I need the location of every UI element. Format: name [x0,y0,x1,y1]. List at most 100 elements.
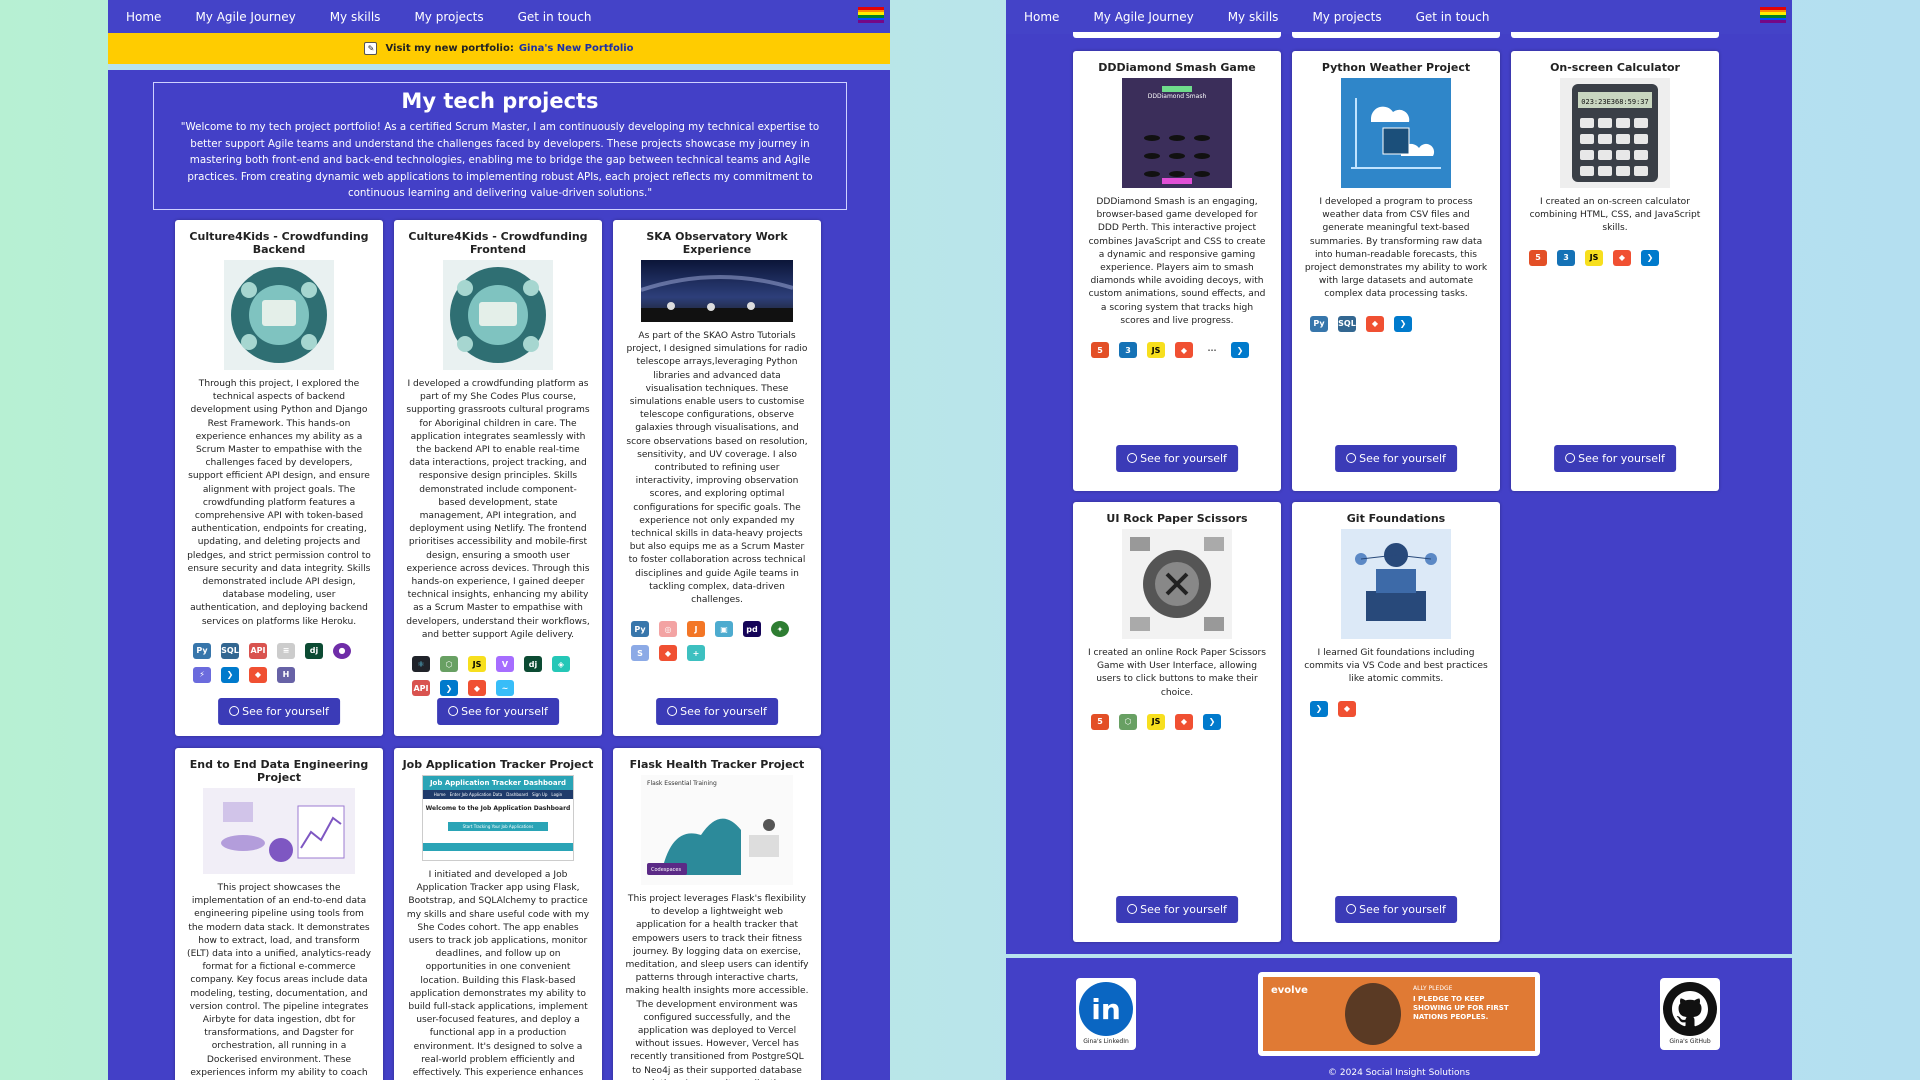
observatory-night-sky-image [641,260,793,322]
see-for-yourself-button[interactable]: See for yourself [1116,445,1238,472]
card-description: I developed a crowdfunding platform as p… [406,379,590,640]
tech-icons: 5 ⬡ JS ◆ ❯ [1091,713,1263,730]
project-card-dddiamond: DDDiamond Smash Game DDDiamond Smash DDD… [1073,51,1281,491]
pride-flag-icon [858,7,884,24]
linkedin-link[interactable]: in Gina's LinkedIn [1076,978,1136,1050]
project-card-data-engineering: End to End Data Engineering Project This… [175,748,383,1080]
card-description: This project showcases the implementatio… [187,883,371,1078]
project-card-rock-paper-scissors: UI Rock Paper Scissors I created an onli… [1073,502,1281,942]
crowdfunding-backend-illustration [224,260,334,370]
flask-training-illustration: Flask Essential Training Codespaces [641,775,793,885]
nav-skills[interactable]: My skills [1228,10,1279,24]
card-title: SKA Observatory Work Experience [646,230,788,256]
card-title: UI Rock Paper Scissors [1106,512,1248,525]
top-nav: Home My Agile Journey My skills My proje… [1006,0,1792,34]
nav-contact[interactable]: Get in touch [1416,10,1490,24]
javascript-icon: JS [1147,713,1165,730]
intro-box: My tech projects "Welcome to my tech pro… [153,82,847,210]
tech-icons: Py SQL ◆ ❯ [1310,315,1482,332]
project-card-calculator: On-screen Calculator 023:23E368:59:37 I … [1511,51,1719,491]
ally-pledge-banner[interactable]: evolve ALLY PLEDGE I PLEDGE TO KEEP SHOW… [1258,972,1540,1056]
new-portfolio-link[interactable]: Gina's New Portfolio [519,43,634,54]
tech-icons: Py SQL API ≡ dj ● ⚡ ❯ ◆ H [193,642,365,683]
scipy-icon: S [631,645,649,662]
tailwind-icon: ~ [496,680,514,697]
evolve-logo: evolve [1271,985,1308,996]
api-icon: ⚡ [193,666,211,683]
nav-contact[interactable]: Get in touch [518,10,592,24]
see-for-yourself-button[interactable]: See for yourself [1554,445,1676,472]
git-icon: ◆ [1175,713,1193,730]
see-for-yourself-button[interactable]: See for yourself [218,698,340,725]
postgresql-icon: SQL [221,642,239,659]
card-title: Flask Health Tracker Project [629,758,805,771]
astropy-icon: ✦ [771,621,789,638]
svg-text:DDDiamond Smash: DDDiamond Smash [1148,93,1207,100]
project-card-python-weather: Python Weather Project I developed a pro… [1292,51,1500,491]
project-card-crowdfunding-frontend: Culture4Kids - Crowdfunding Frontend I d… [394,220,602,736]
project-card-job-tracker: Job Application Tracker Project Job Appl… [394,748,602,1080]
matplotlib-icon: ◎ [659,621,677,638]
csv-icon: SQL [1338,315,1356,332]
nav-projects[interactable]: My projects [414,10,483,24]
linkedin-label: Gina's LinkedIn [1083,1038,1129,1045]
nav-agile-journey[interactable]: My Agile Journey [195,10,295,24]
card-title: Culture4Kids - Crowdfunding Frontend [408,230,588,256]
netlify-icon: ◈ [552,656,570,673]
vscode-icon: ❯ [1203,713,1221,730]
project-card-git-foundations: Git Foundations I learned Git foundation… [1292,502,1500,942]
rock-paper-scissors-illustration [1122,529,1232,639]
nodejs-icon: ⬡ [1119,713,1137,730]
nav-agile-journey[interactable]: My Agile Journey [1093,10,1193,24]
card-description: As part of the SKAO Astro Tutorials proj… [626,331,808,606]
pledge-text: I PLEDGE TO KEEP SHOWING UP FOR FIRST NA… [1413,995,1509,1021]
card-description: I developed a program to process weather… [1304,197,1488,300]
footer: in Gina's LinkedIn evolve ALLY PLEDGE I … [1006,958,1792,1080]
see-for-yourself-button[interactable]: See for yourself [1335,896,1457,923]
see-for-yourself-button[interactable]: See for yourself [1335,445,1457,472]
nav-skills[interactable]: My skills [330,10,381,24]
card-title: On-screen Calculator [1550,61,1680,74]
card-title: Culture4Kids - Crowdfunding Backend [189,230,369,256]
card-description: Through this project, I explored the tec… [187,379,371,627]
project-card-crowdfunding-backend: Culture4Kids - Crowdfunding Backend Thro… [175,220,383,736]
rest-api-icon: API [249,642,267,659]
jupyter-icon: J [687,621,705,638]
github-label: Gina's GitHub [1669,1038,1711,1045]
banner-text: Visit my new portfolio: [385,43,514,54]
vscode-icon: ❯ [221,666,239,683]
see-for-yourself-button[interactable]: See for yourself [656,698,778,725]
vscode-icon: ❯ [1394,315,1412,332]
crowdfunding-frontend-illustration [443,260,553,370]
vscode-icon: ❯ [1231,342,1249,359]
right-window: Home My Agile Journey My skills My proje… [1006,0,1792,1080]
calculator-illustration: 023:23E368:59:37 [1560,78,1670,188]
nav-home[interactable]: Home [126,10,161,24]
card-title: End to End Data Engineering Project [189,758,369,784]
vite-icon: V [496,656,514,673]
git-icon: ◆ [468,680,486,697]
card-description: I learned Git foundations including comm… [1304,648,1488,685]
weather-circuit-illustration [1341,78,1451,188]
card-title: DDDiamond Smash Game [1098,61,1256,74]
dots-icon: ··· [1203,342,1221,359]
nav-home[interactable]: Home [1024,10,1059,24]
plotly-icon: + [687,645,705,662]
vscode-icon: ❯ [440,680,458,697]
rest-api-icon: API [412,680,430,697]
nav-projects[interactable]: My projects [1312,10,1381,24]
projects-section: DDDiamond Smash Game DDDiamond Smash DDD… [1006,32,1792,954]
pledge-heading: ALLY PLEDGE [1413,985,1453,992]
vscode-icon: ❯ [1641,249,1659,266]
html5-icon: 5 [1529,249,1547,266]
svg-text:023:23E368:59:37: 023:23E368:59:37 [1581,98,1648,106]
nodejs-icon: ⬡ [440,656,458,673]
see-for-yourself-button[interactable]: See for yourself [437,698,559,725]
tech-icons: ❯ ◆ [1310,700,1482,717]
left-window: Home My Agile Journey My skills My proje… [108,0,890,1080]
project-card-ska-observatory: SKA Observatory Work Experience As part … [613,220,821,736]
git-icon: ◆ [1366,315,1384,332]
see-for-yourself-button[interactable]: See for yourself [1116,896,1238,923]
portfolio-banner: ✎ Visit my new portfolio: Gina's New Por… [108,33,890,64]
github-link[interactable]: Gina's GitHub [1660,978,1720,1050]
